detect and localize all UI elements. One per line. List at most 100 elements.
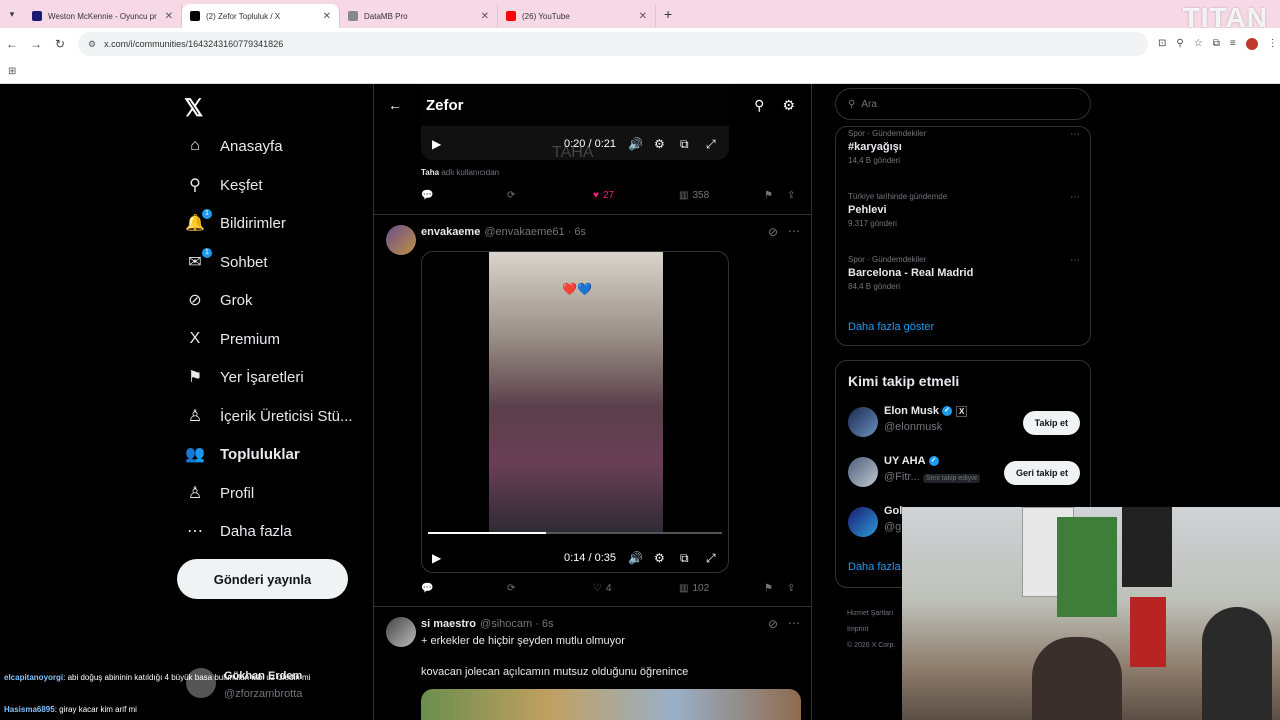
- avatar[interactable]: [386, 617, 416, 647]
- browser-tab-0[interactable]: Weston McKennie - Oyuncu pr ✕: [24, 4, 182, 28]
- apps-icon[interactable]: ⊞: [8, 66, 16, 77]
- bookmark-icon[interactable]: ⚑: [764, 190, 773, 201]
- browser-tab-3[interactable]: (26) YouTube ✕: [498, 4, 656, 28]
- new-tab-button[interactable]: +: [664, 6, 672, 22]
- nav-item-search[interactable]: ⚲ Keşfet: [184, 167, 262, 203]
- more-icon[interactable]: ⋯: [788, 224, 800, 238]
- nav-item-grok[interactable]: ⊘ Grok: [184, 282, 252, 318]
- video-progress[interactable]: [428, 532, 722, 534]
- volume-icon[interactable]: 🔊: [628, 551, 643, 565]
- nav-item-bell[interactable]: 🔔 1 Bildirimler: [184, 205, 286, 241]
- gear-icon[interactable]: ⚙: [782, 97, 795, 114]
- reply-icon[interactable]: 💬: [421, 583, 433, 594]
- forward-icon[interactable]: →: [24, 37, 48, 51]
- avatar[interactable]: [386, 225, 416, 255]
- share-icon[interactable]: ⇪: [787, 583, 795, 594]
- repost-icon[interactable]: ⟳: [507, 190, 515, 201]
- back-arrow-icon[interactable]: ←: [388, 97, 402, 113]
- views-button[interactable]: ▥ 102: [679, 583, 709, 594]
- pip-icon[interactable]: ⧉: [680, 551, 689, 566]
- footer-link[interactable]: Imprint: [847, 622, 895, 638]
- grok-icon[interactable]: ⊘: [768, 225, 778, 239]
- back-icon[interactable]: ←: [0, 37, 24, 51]
- follow-suggestion[interactable]: Elon Musk ✓ X @elonmusk Takip et: [848, 403, 1080, 443]
- profile-avatar[interactable]: [1245, 38, 1258, 50]
- post-author-handle[interactable]: @sihocam · 6s: [480, 618, 554, 630]
- close-icon[interactable]: ✕: [481, 11, 489, 22]
- site-info-icon[interactable]: ⚙: [88, 39, 96, 50]
- reply-icon[interactable]: 💬: [421, 190, 433, 201]
- nav-item-profile[interactable]: ♙ Profil: [184, 475, 254, 511]
- trend-item[interactable]: Spor · Gündemdekiler Barcelona - Real Ma…: [848, 255, 1080, 291]
- show-more-link[interactable]: Daha fazla: [848, 561, 901, 573]
- note-user[interactable]: Taha: [421, 168, 439, 177]
- settings-icon[interactable]: ⚙: [654, 551, 665, 565]
- play-icon[interactable]: ▶: [432, 551, 441, 565]
- nav-item-home[interactable]: ⌂ Anasayfa: [184, 128, 282, 164]
- browser-tab-2[interactable]: DataMB Pro ✕: [340, 4, 498, 28]
- post-video-2[interactable]: ❤️💙 ▶ 0:14 / 0:35 🔊 ⚙ ⧉ ⤢: [421, 251, 729, 573]
- bookmark-icon[interactable]: ⚑: [764, 583, 773, 594]
- close-icon[interactable]: ✕: [165, 11, 173, 22]
- more-icon[interactable]: ⋯: [1070, 129, 1080, 140]
- like-button[interactable]: ♥ 27: [593, 190, 614, 201]
- grok-icon: ⊘: [188, 292, 202, 309]
- settings-icon[interactable]: ⚙: [654, 137, 665, 151]
- post-button[interactable]: Gönderi yayınla: [177, 559, 348, 599]
- trends-panel: Spor · Gündemdekiler #karyağışı 14,4 B g…: [835, 126, 1091, 346]
- trend-item[interactable]: Spor · Gündemdekiler #karyağışı 14,4 B g…: [848, 129, 1080, 165]
- post-author-handle[interactable]: @envakaeme61 · 6s: [484, 226, 586, 238]
- media-icon[interactable]: ≡: [1230, 38, 1236, 50]
- fullscreen-icon[interactable]: ⤢: [706, 551, 716, 566]
- search-icon[interactable]: ⚲: [754, 97, 764, 114]
- notification-badge: 1: [202, 248, 212, 258]
- nav-item-communities[interactable]: 👥 Topluluklar: [184, 436, 300, 472]
- tab-search-icon[interactable]: ▾: [0, 9, 24, 20]
- profile-icon: ♙: [187, 485, 203, 502]
- close-icon[interactable]: ✕: [639, 11, 647, 22]
- views-button[interactable]: ▥ 358: [679, 190, 709, 201]
- more-icon[interactable]: ⋯: [1070, 192, 1080, 203]
- grok-icon[interactable]: ⊘: [768, 617, 778, 631]
- x-logo-icon[interactable]: 𝕏: [184, 94, 203, 123]
- follow-back-button[interactable]: Geri takip et: [1003, 461, 1080, 485]
- url-field[interactable]: ⚙ x.com/i/communities/164324316077934182…: [78, 32, 1148, 56]
- star-icon[interactable]: ☆: [1194, 38, 1203, 50]
- share-icon[interactable]: ⇪: [787, 190, 795, 201]
- repost-icon[interactable]: ⟳: [507, 583, 515, 594]
- footer-link[interactable]: Hizmet Şartları: [847, 606, 895, 622]
- avatar[interactable]: [848, 507, 878, 537]
- nav-item-mail[interactable]: ✉ 1 Sohbet: [184, 244, 268, 280]
- pip-icon[interactable]: ⧉: [680, 137, 689, 152]
- chat-text: : abi doğuş abininin katıldığı 4 büyük b…: [63, 673, 311, 682]
- follow-button[interactable]: Takip et: [1022, 411, 1080, 435]
- browser-tab-1[interactable]: (2) Zefor Topluluk / X ✕: [182, 4, 340, 28]
- nav-item-more[interactable]: ⋯ Daha fazla: [184, 513, 292, 549]
- fullscreen-icon[interactable]: ⤢: [706, 137, 716, 152]
- zoom-icon[interactable]: ⚲: [1176, 38, 1183, 50]
- avatar[interactable]: [848, 407, 878, 437]
- trend-item[interactable]: Türkiye tarihinde gündemde Pehlevi 9.317…: [848, 192, 1080, 228]
- show-more-link[interactable]: Daha fazla göster: [848, 321, 934, 333]
- extensions-icon[interactable]: ⧉: [1213, 38, 1220, 50]
- nav-item-creator[interactable]: ♙ İçerik Üreticisi Stü...: [184, 398, 353, 434]
- reload-icon[interactable]: ↻: [48, 37, 72, 51]
- play-icon[interactable]: ▶: [432, 137, 441, 151]
- post-image[interactable]: [421, 689, 801, 720]
- nav-item-x[interactable]: X Premium: [184, 321, 280, 357]
- tab-title: Weston McKennie - Oyuncu pr: [48, 11, 157, 21]
- install-icon[interactable]: ⊡: [1158, 38, 1166, 50]
- post-author-name[interactable]: si maestro: [421, 618, 476, 630]
- nav-item-bookmark[interactable]: ⚑ Yer İşaretleri: [184, 359, 304, 395]
- more-icon[interactable]: ⋯: [1070, 255, 1080, 266]
- left-nav: 𝕏 ⌂ Anasayfa ⚲ Keşfet 🔔 1 Bildirimler ✉ 1 Sohbet ⊘…: [176, 84, 372, 720]
- avatar[interactable]: [848, 457, 878, 487]
- menu-icon[interactable]: ⋮: [1268, 38, 1278, 50]
- volume-icon[interactable]: 🔊: [628, 137, 643, 151]
- close-icon[interactable]: ✕: [323, 11, 331, 22]
- like-button[interactable]: ♡ 4: [593, 583, 612, 594]
- more-icon[interactable]: ⋯: [788, 616, 800, 630]
- follow-suggestion[interactable]: UY AHA ✓ @Fitr... Seni takip ediyor Geri …: [848, 453, 1080, 493]
- post-author-name[interactable]: envakaeme: [421, 226, 480, 238]
- search-input[interactable]: ⚲ Ara: [835, 88, 1091, 120]
